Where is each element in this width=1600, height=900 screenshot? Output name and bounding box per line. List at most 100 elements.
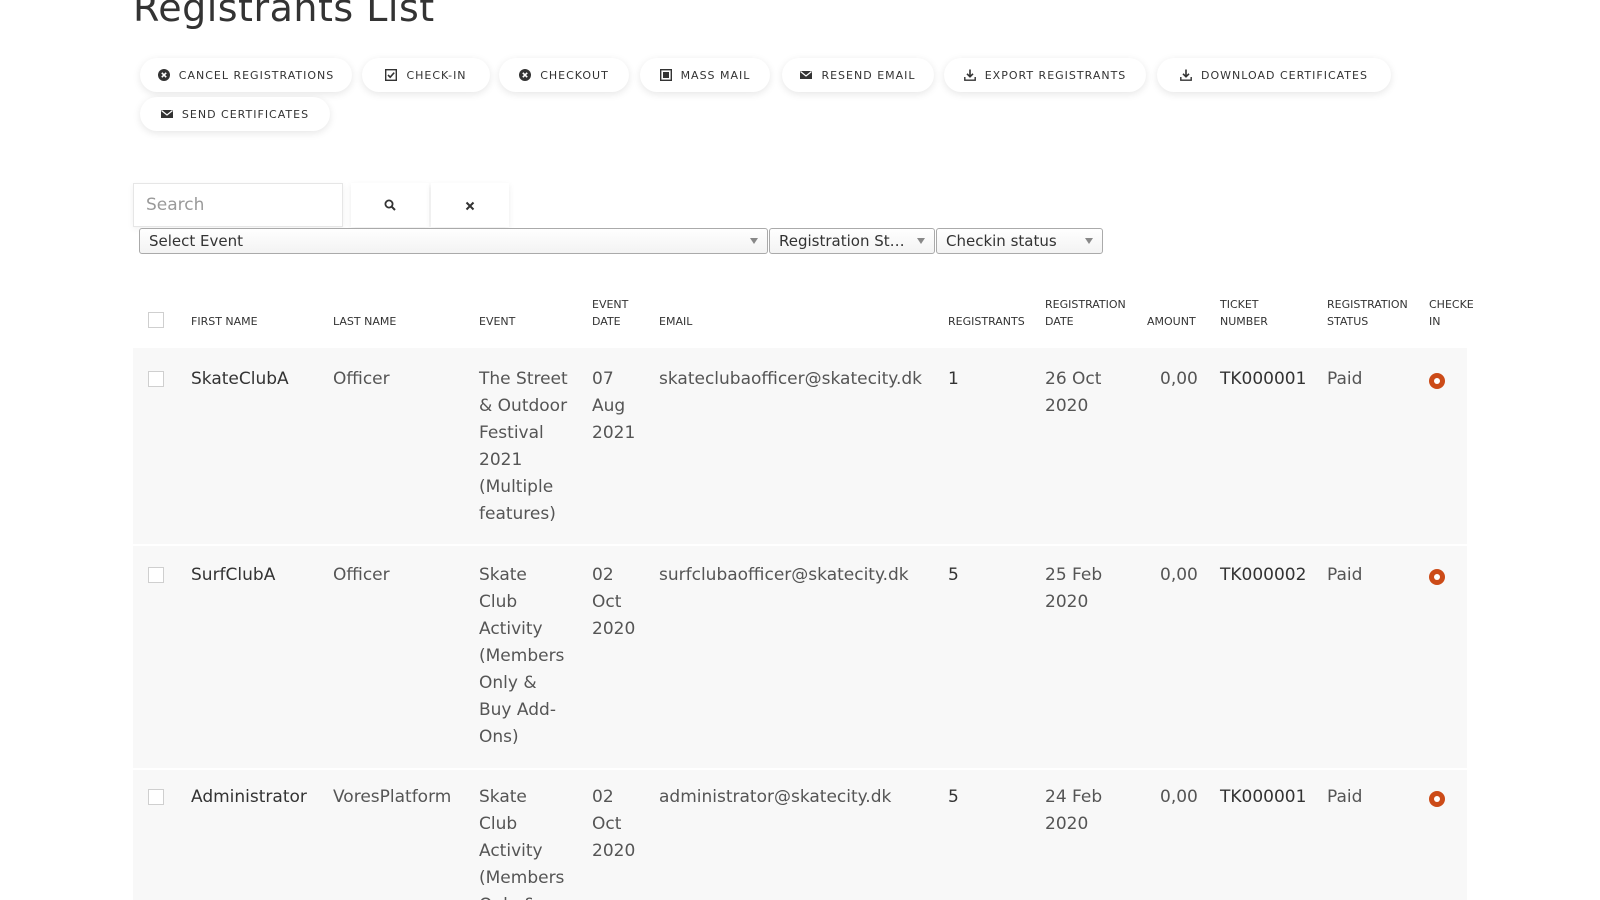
header-checked-in-line-2: IN <box>1429 315 1441 328</box>
cell-ticket-number: TK000002 <box>1220 565 1307 585</box>
event-date-line: 2021 <box>592 423 636 443</box>
download-icon <box>1180 69 1192 81</box>
header-ticket-number-line-2: NUMBER <box>1220 315 1268 328</box>
checkbox-checked-icon <box>385 69 398 81</box>
header-ticket-number-line-1: TICKET <box>1220 298 1259 311</box>
row-checkbox[interactable] <box>148 567 164 583</box>
event-date-line: 2020 <box>592 841 636 861</box>
event-line: (Members <box>479 868 565 888</box>
header-event[interactable]: EVENT <box>479 313 515 330</box>
header-checked-in[interactable]: CHECKE IN <box>1429 296 1474 330</box>
header-last-name[interactable]: LAST NAME <box>333 313 396 330</box>
header-event-date-line-2: DATE <box>592 315 621 328</box>
event-line: Club <box>479 592 518 612</box>
event-date-line: 02 <box>592 787 614 807</box>
cell-last-name: VoresPlatform <box>333 787 452 807</box>
button-label: RESEND EMAIL <box>821 68 916 82</box>
cell-email[interactable]: administrator@skatecity.dk <box>659 784 891 811</box>
row-checkbox[interactable] <box>148 789 164 805</box>
header-event-date-line-1: EVENT <box>592 298 629 311</box>
registration-date-line: 24 Feb <box>1045 787 1103 807</box>
header-ticket-number[interactable]: TICKET NUMBER <box>1220 296 1268 330</box>
checkout-button[interactable]: CHECKOUT <box>499 58 629 92</box>
cell-registration-status: Paid <box>1327 565 1363 585</box>
event-line: The Street <box>479 369 568 389</box>
export-registrants-button[interactable]: EXPORT REGISTRANTS <box>944 58 1146 92</box>
send-certificates-button[interactable]: SEND CERTIFICATES <box>140 97 330 131</box>
event-select-value: Select Event <box>149 232 244 250</box>
header-registrants[interactable]: REGISTRANTS <box>948 313 1025 330</box>
button-label: SEND CERTIFICATES <box>181 107 310 121</box>
header-event-date[interactable]: EVENT DATE <box>592 296 628 330</box>
resend-email-button[interactable]: RESEND EMAIL <box>782 58 934 92</box>
event-date-line: 02 <box>592 565 614 585</box>
search-button[interactable] <box>351 183 429 227</box>
cell-registrants[interactable]: 5 <box>948 562 959 589</box>
event-line: & Outdoor <box>479 396 568 416</box>
header-registration-date[interactable]: REGISTRATION DATE <box>1045 296 1126 330</box>
event-line: Only & <box>479 673 537 693</box>
cell-registration-date: 24 Feb 2020 <box>1045 784 1102 838</box>
row-checkbox[interactable] <box>148 371 164 387</box>
envelope-icon <box>160 108 173 120</box>
event-line: features) <box>479 504 556 524</box>
cell-event[interactable]: Skate Club Activity (Members Only & <box>479 784 564 900</box>
cell-registration-status: Paid <box>1327 787 1363 807</box>
registration-date-line: 25 Feb <box>1045 565 1103 585</box>
search-input[interactable] <box>133 183 343 227</box>
cell-event[interactable]: Skate Club Activity (Members Only & Buy … <box>479 562 564 751</box>
header-checked-in-line-1: CHECKE <box>1429 298 1474 311</box>
button-label: CHECKOUT <box>540 68 609 82</box>
square-icon <box>659 69 672 81</box>
clear-search-button[interactable] <box>431 183 509 227</box>
cell-event[interactable]: The Street & Outdoor Festival 2021 (Mult… <box>479 366 568 528</box>
chevron-down-icon <box>917 238 925 244</box>
event-line: Only & <box>479 892 564 900</box>
event-line: Activity <box>479 841 543 861</box>
x-circle-icon <box>519 69 532 81</box>
cell-registrants[interactable]: 1 <box>948 366 959 393</box>
x-circle-icon <box>157 69 170 81</box>
header-first-name[interactable]: FIRST NAME <box>191 313 258 330</box>
button-label: CANCEL REGISTRATIONS <box>178 68 335 82</box>
cell-ticket-number: TK000001 <box>1220 369 1307 389</box>
cell-amount: 0,00 <box>1160 565 1198 585</box>
cell-last-name: Officer <box>333 565 390 585</box>
cell-email[interactable]: surfclubaofficer@skatecity.dk <box>659 562 909 589</box>
cell-registration-status: Paid <box>1327 369 1363 389</box>
cell-amount: 0,00 <box>1160 787 1198 807</box>
close-icon <box>465 196 475 215</box>
checkin-toggle[interactable] <box>1429 373 1445 389</box>
header-email[interactable]: EMAIL <box>659 313 692 330</box>
cell-registrants[interactable]: 5 <box>948 784 959 811</box>
event-date-line: Aug <box>592 396 626 416</box>
check-in-button[interactable]: CHECK-IN <box>362 58 490 92</box>
event-line: Skate <box>479 787 527 807</box>
checkin-toggle[interactable] <box>1429 569 1445 585</box>
checkin-toggle[interactable] <box>1429 791 1445 807</box>
button-label: EXPORT REGISTRANTS <box>984 68 1127 82</box>
header-registration-status[interactable]: REGISTRATION STATUS <box>1327 296 1408 330</box>
cancel-registrations-button[interactable]: CANCEL REGISTRATIONS <box>140 58 352 92</box>
select-all-checkbox[interactable] <box>148 312 164 328</box>
registrants-page: Registrants List CANCEL REGISTRATIONS CH… <box>0 0 1600 900</box>
chevron-down-icon <box>750 238 758 244</box>
event-line: Club <box>479 814 518 834</box>
event-line: (Members <box>479 646 565 666</box>
cell-first-name: Administrator <box>191 787 307 807</box>
registration-date-line: 2020 <box>1045 396 1089 416</box>
header-amount[interactable]: AMOUNT <box>1147 313 1196 330</box>
cell-email[interactable]: skateclubaofficer@skatecity.dk <box>659 366 922 393</box>
event-date-line: Oct <box>592 814 622 834</box>
cell-amount: 0,00 <box>1160 369 1198 389</box>
header-registration-status-line-2: STATUS <box>1327 315 1369 328</box>
cell-first-name: SurfClubA <box>191 565 276 585</box>
download-icon <box>963 69 976 81</box>
registration-status-select[interactable]: Registration Stat... <box>769 228 935 254</box>
button-label: MASS MAIL <box>680 68 751 82</box>
header-registration-date-line-2: DATE <box>1045 315 1074 328</box>
mass-mail-button[interactable]: MASS MAIL <box>640 58 770 92</box>
checkin-status-select[interactable]: Checkin status <box>936 228 1103 254</box>
event-select[interactable]: Select Event <box>139 228 768 254</box>
download-certificates-button[interactable]: DOWNLOAD CERTIFICATES <box>1157 58 1391 92</box>
